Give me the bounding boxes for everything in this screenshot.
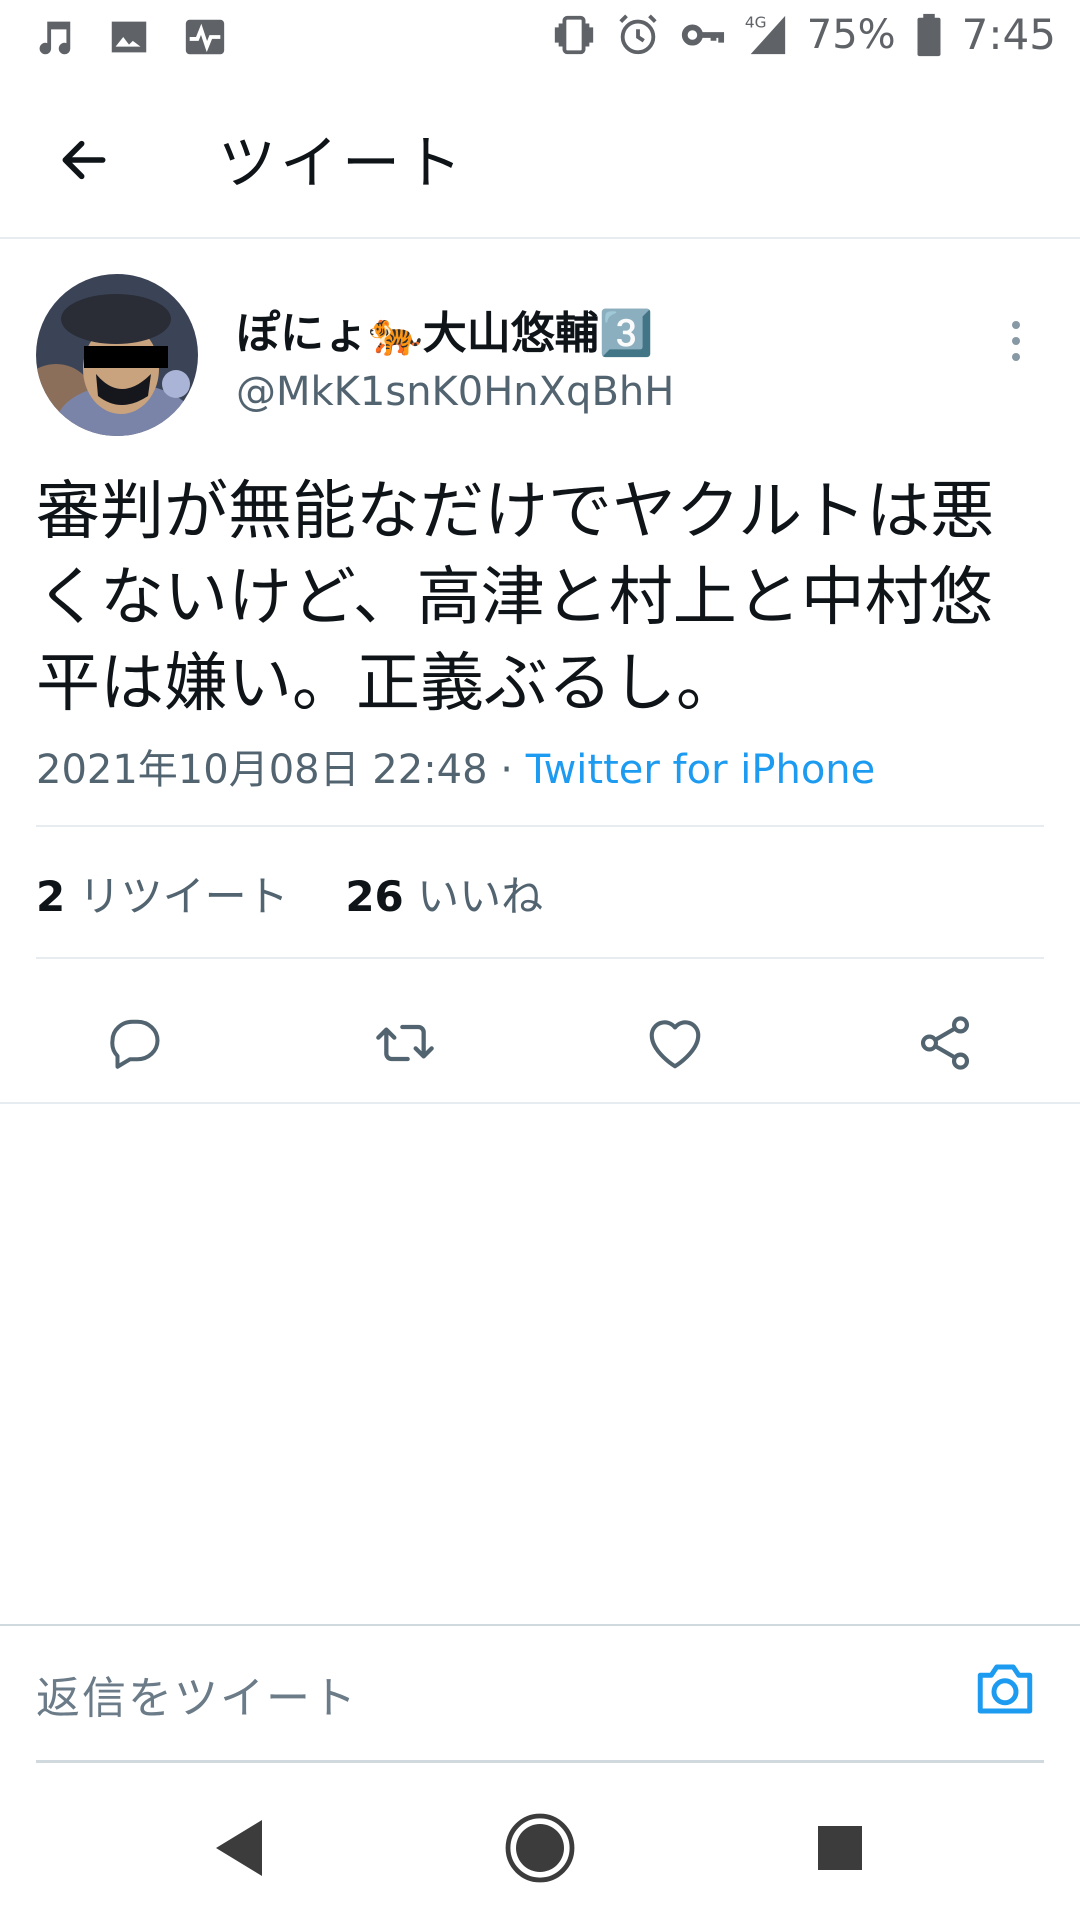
status-bar: 4G 75% 7:45 [0,0,1080,76]
nav-home-button[interactable] [496,1804,584,1892]
divider [36,957,1044,959]
retweet-count: 2 [36,872,66,921]
avatar-photo [36,274,198,436]
more-dot [1012,337,1020,345]
back-triangle-icon [216,1820,262,1876]
divider [36,825,1044,827]
share-icon [920,1016,970,1070]
status-system: 4G 75% 7:45 [551,10,1056,59]
reply-bar: 返信をツイート [0,1624,1080,1763]
meta-separator: · [487,747,526,793]
recents-square-icon [818,1826,862,1870]
arrow-left-icon [62,140,106,180]
home-circle-icon [505,1813,575,1883]
camera-icon [977,1664,1033,1714]
more-vertical-icon [1012,321,1020,329]
nav-recents-button[interactable] [796,1804,884,1892]
vibrate-icon [554,15,593,54]
retweet-icon [376,1024,434,1062]
share-button[interactable] [909,1007,981,1079]
back-button[interactable] [48,124,120,196]
tweet-actions [0,979,1080,1105]
avatar[interactable] [36,274,198,436]
tweet-text: 審判が無能なだけでヤクルトは悪くないけど、高津と村上と中村悠平は嫌い。正義ぶるし… [36,475,995,721]
username[interactable]: @MkK1snK0HnXqBhH [236,369,674,415]
retweet-button[interactable] [369,1007,441,1079]
signal-4g-icon: 4G [745,13,785,54]
reply-icon [110,1019,160,1069]
app-header: ツイート [0,76,1080,239]
clock: 7:45 [961,10,1056,59]
tweet-stats: 2 リツイート 26 いいね [36,863,543,924]
system-nav-bar [0,1762,1080,1920]
likes-stat[interactable]: 26 いいね [345,872,543,921]
like-count: 26 [345,872,404,921]
battery-percent: 75% [806,11,896,58]
battery-icon [917,13,941,56]
alarm-icon [619,13,657,54]
camera-button[interactable] [968,1652,1042,1726]
tweet-source-link[interactable]: Twitter for iPhone [526,747,876,793]
reply-button[interactable] [99,1007,171,1079]
more-dot [1012,353,1020,361]
like-button[interactable] [639,1007,711,1079]
nav-back-button[interactable] [196,1804,284,1892]
vpn-key-icon [681,23,724,46]
network-label: 4G [745,13,767,31]
reply-input[interactable]: 返信をツイート [36,1662,358,1726]
like-icon [649,1020,701,1069]
music-note-icon [39,21,71,55]
section-divider [0,1102,1080,1104]
tweet-timestamp[interactable]: 2021年10月08日 22:48 [36,747,488,793]
page-title: ツイート [218,129,467,197]
image-icon [111,21,147,53]
retweets-stat[interactable]: 2 リツイート [36,872,289,921]
retweet-label: リツイート [78,872,289,921]
status-notifications [30,14,228,60]
like-label: いいね [417,872,544,921]
display-name[interactable]: ぽにょ🐅大山悠輔3️⃣ [236,297,654,361]
activity-icon [185,19,225,55]
tweet-meta: 2021年10月08日 22:48 · Twitter for iPhone [36,737,875,795]
more-button[interactable] [996,301,1036,381]
